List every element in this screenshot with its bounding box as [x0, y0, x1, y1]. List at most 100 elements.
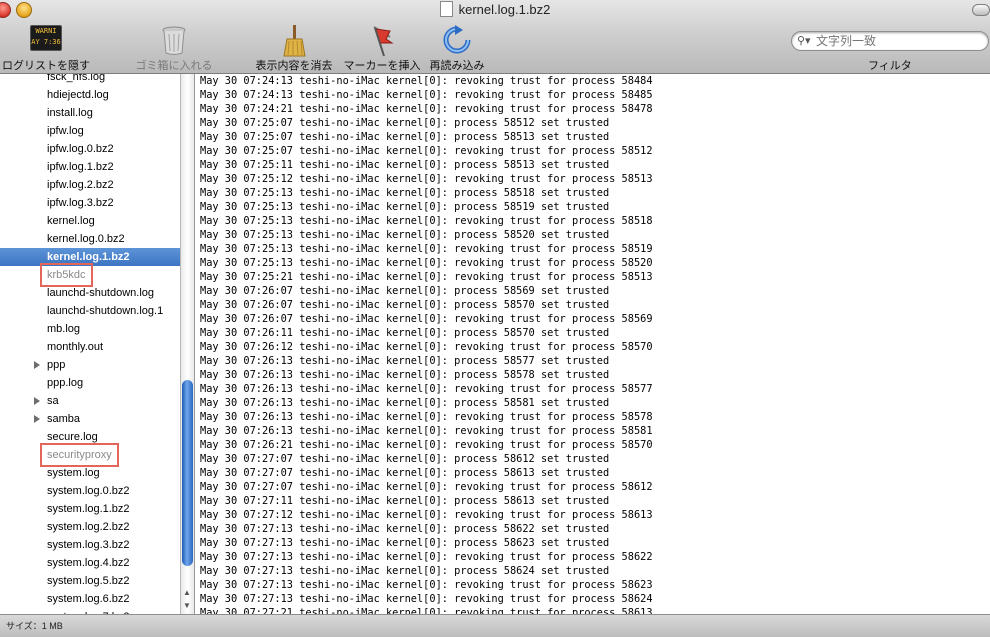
sidebar-item-label: mb.log — [47, 323, 81, 335]
sidebar-item-label: launchd-shutdown.log.1 — [47, 305, 164, 317]
window-toolbar: kernel.log.1.bz2 WARNI AY 7:36 ログリストを隠す … — [0, 0, 990, 74]
log-line: May 30 07:27:13 teshi-no-iMac kernel[0]:… — [200, 537, 610, 549]
sidebar-scrollbar[interactable]: ▲ ▼ — [180, 74, 194, 614]
sidebar-item[interactable]: system.log.3.bz2 — [0, 536, 180, 554]
sidebar-item[interactable]: hdiejectd.log — [0, 86, 180, 104]
sidebar-item[interactable]: system.log.4.bz2 — [0, 554, 180, 572]
log-line: May 30 07:24:21 teshi-no-iMac kernel[0]:… — [200, 103, 653, 115]
sidebar-item[interactable]: mb.log — [0, 320, 180, 338]
log-line: May 30 07:25:13 teshi-no-iMac kernel[0]:… — [200, 229, 610, 241]
sidebar-item[interactable]: securityproxy — [0, 443, 180, 467]
log-line: May 30 07:27:13 teshi-no-iMac kernel[0]:… — [200, 579, 653, 591]
sidebar-item-label: krb5kdc — [40, 263, 93, 287]
sidebar-item-label: ipfw.log.0.bz2 — [47, 143, 114, 155]
sidebar-item[interactable]: system.log — [0, 464, 180, 482]
sidebar-item[interactable]: system.log.0.bz2 — [0, 482, 180, 500]
log-line: May 30 07:25:11 teshi-no-iMac kernel[0]:… — [200, 159, 610, 171]
log-line: May 30 07:27:13 teshi-no-iMac kernel[0]:… — [200, 565, 610, 577]
search-icon: ⚲▾ — [797, 35, 811, 47]
console-warning-icon-text: WARNI AY 7:36 — [30, 25, 62, 51]
sidebar-item[interactable]: launchd-shutdown.log.1 — [0, 302, 180, 320]
filter-search-field[interactable]: ⚲▾ — [791, 31, 989, 51]
sidebar-item-label: system.log.0.bz2 — [47, 485, 130, 497]
log-line: May 30 07:24:13 teshi-no-iMac kernel[0]:… — [200, 75, 653, 87]
sidebar-item[interactable]: system.log.5.bz2 — [0, 572, 180, 590]
sidebar-item-label: ipfw.log.2.bz2 — [47, 179, 114, 191]
sidebar-item[interactable]: kernel.log.0.bz2 — [0, 230, 180, 248]
disclosure-triangle-icon[interactable] — [34, 415, 40, 423]
sidebar-item-label: hdiejectd.log — [47, 89, 109, 101]
scroll-up-arrow-icon[interactable]: ▲ — [183, 588, 191, 597]
sidebar-item[interactable]: launchd-shutdown.log — [0, 284, 180, 302]
log-line: May 30 07:25:07 teshi-no-iMac kernel[0]:… — [200, 145, 653, 157]
log-line: May 30 07:27:13 teshi-no-iMac kernel[0]:… — [200, 551, 653, 563]
log-line: May 30 07:25:13 teshi-no-iMac kernel[0]:… — [200, 215, 653, 227]
sidebar-item[interactable]: kernel.log — [0, 212, 180, 230]
sidebar-item[interactable]: system.log.2.bz2 — [0, 518, 180, 536]
sidebar-item[interactable]: ipfw.log.0.bz2 — [0, 140, 180, 158]
console-warning-icon: WARNI AY 7:36 — [30, 25, 62, 51]
sidebar-item[interactable]: fsck_hfs.log — [0, 74, 180, 86]
log-line: May 30 07:27:07 teshi-no-iMac kernel[0]:… — [200, 467, 610, 479]
sidebar-item[interactable]: secure.log — [0, 428, 180, 446]
sidebar-item[interactable]: sa — [0, 392, 180, 410]
sidebar-item[interactable]: krb5kdc — [0, 263, 180, 287]
sidebar-scroll-thumb[interactable] — [182, 380, 193, 566]
log-line: May 30 07:26:11 teshi-no-iMac kernel[0]:… — [200, 327, 610, 339]
sidebar-item-label: ppp — [47, 359, 66, 371]
log-content-view[interactable]: May 30 07:24:13 teshi-no-iMac kernel[0]:… — [194, 74, 990, 614]
log-line: May 30 07:25:07 teshi-no-iMac kernel[0]:… — [200, 117, 610, 129]
sidebar-item-label: system.log.3.bz2 — [47, 539, 130, 551]
sidebar-item[interactable]: system.log.6.bz2 — [0, 590, 180, 608]
log-line: May 30 07:26:13 teshi-no-iMac kernel[0]:… — [200, 355, 610, 367]
log-line: May 30 07:25:13 teshi-no-iMac kernel[0]:… — [200, 243, 653, 255]
broom-icon — [281, 25, 307, 60]
sidebar-item[interactable]: samba — [0, 410, 180, 428]
log-line: May 30 07:26:07 teshi-no-iMac kernel[0]:… — [200, 285, 610, 297]
sidebar-item-label: ipfw.log — [47, 125, 84, 137]
sidebar-item-label: launchd-shutdown.log — [47, 287, 155, 299]
log-line: May 30 07:26:13 teshi-no-iMac kernel[0]:… — [200, 369, 610, 381]
disclosure-triangle-icon[interactable] — [34, 397, 40, 405]
log-line: May 30 07:26:13 teshi-no-iMac kernel[0]:… — [200, 425, 653, 437]
sidebar-item[interactable]: kernel.log.1.bz2 — [0, 248, 180, 266]
sidebar-item[interactable]: ipfw.log.2.bz2 — [0, 176, 180, 194]
window-title: kernel.log.1.bz2 — [0, 0, 990, 19]
log-line: May 30 07:26:13 teshi-no-iMac kernel[0]:… — [200, 411, 653, 423]
scroll-down-arrow-icon[interactable]: ▼ — [183, 601, 191, 610]
log-line: May 30 07:26:21 teshi-no-iMac kernel[0]:… — [200, 439, 653, 451]
sidebar-item-label: samba — [47, 413, 81, 425]
trash-icon — [161, 25, 187, 58]
status-bar: サイズ：1 MB — [0, 614, 990, 637]
log-line: May 30 07:26:13 teshi-no-iMac kernel[0]:… — [200, 383, 653, 395]
sidebar-item-label: system.log — [47, 467, 100, 479]
sidebar-item[interactable]: install.log — [0, 104, 180, 122]
filter-input[interactable] — [816, 32, 981, 50]
log-line: May 30 07:25:13 teshi-no-iMac kernel[0]:… — [200, 257, 653, 269]
sidebar-item-label: securityproxy — [40, 443, 119, 467]
log-line: May 30 07:25:13 teshi-no-iMac kernel[0]:… — [200, 187, 610, 199]
sidebar-item[interactable]: ppp.log — [0, 374, 180, 392]
sidebar-item-label: ipfw.log.3.bz2 — [47, 197, 114, 209]
log-line: May 30 07:27:13 teshi-no-iMac kernel[0]:… — [200, 523, 610, 535]
log-line: May 30 07:25:13 teshi-no-iMac kernel[0]:… — [200, 201, 610, 213]
sidebar-item[interactable]: system.log.1.bz2 — [0, 500, 180, 518]
sidebar-item-label: system.log.4.bz2 — [47, 557, 130, 569]
sidebar-item-label: kernel.log.0.bz2 — [47, 233, 125, 245]
sidebar-item-label: kernel.log.1.bz2 — [47, 251, 130, 263]
sidebar-item[interactable]: ipfw.log.3.bz2 — [0, 194, 180, 212]
log-line: May 30 07:26:07 teshi-no-iMac kernel[0]:… — [200, 299, 610, 311]
sidebar-item[interactable]: monthly.out — [0, 338, 180, 356]
sidebar-item[interactable]: ipfw.log — [0, 122, 180, 140]
disclosure-triangle-icon[interactable] — [34, 361, 40, 369]
log-line: May 30 07:27:11 teshi-no-iMac kernel[0]:… — [200, 495, 610, 507]
file-size-label: サイズ：1 MB — [6, 621, 63, 631]
marker-flag-icon — [368, 25, 396, 60]
sidebar-item-label: system.log.2.bz2 — [47, 521, 130, 533]
sidebar-item-label: system.log.5.bz2 — [47, 575, 130, 587]
sidebar-item[interactable]: ppp — [0, 356, 180, 374]
sidebar-item-label: system.log.6.bz2 — [47, 593, 130, 605]
log-line: May 30 07:26:07 teshi-no-iMac kernel[0]:… — [200, 313, 653, 325]
sidebar-item[interactable]: ipfw.log.1.bz2 — [0, 158, 180, 176]
log-line: May 30 07:27:07 teshi-no-iMac kernel[0]:… — [200, 453, 610, 465]
